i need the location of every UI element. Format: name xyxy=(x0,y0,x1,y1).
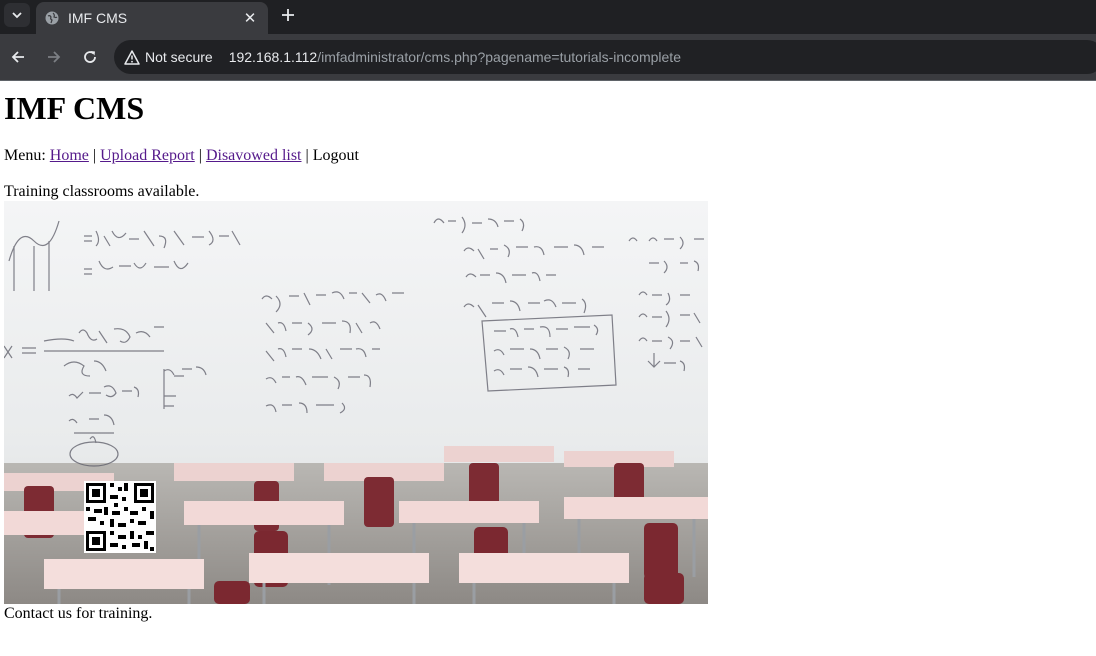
browser-chrome: IMF CMS ✕ Not secure 192.168.1.112/imfad… xyxy=(0,0,1096,81)
menu-prefix: Menu: xyxy=(4,147,46,164)
page-title: IMF CMS xyxy=(4,90,145,126)
intro-text: Training classrooms available. xyxy=(4,183,200,200)
forward-button[interactable] xyxy=(42,45,66,69)
menu-bar: Menu: Home | Upload Report | Disavowed l… xyxy=(4,147,359,165)
classroom-image xyxy=(4,201,708,604)
address-bar[interactable]: Not secure 192.168.1.112/imfadministrato… xyxy=(114,40,1096,74)
tab-title: IMF CMS xyxy=(68,10,128,26)
qr-code-icon xyxy=(84,481,156,553)
back-button[interactable] xyxy=(6,45,30,69)
back-arrow-icon xyxy=(11,51,24,63)
security-label: Not secure xyxy=(145,49,213,65)
menu-separator: | xyxy=(305,147,309,164)
reload-icon xyxy=(84,51,96,63)
classroom-photo xyxy=(4,201,708,604)
menu-logout-text: Logout xyxy=(312,147,359,164)
menu-link-disavowed-list[interactable]: Disavowed list xyxy=(206,147,302,164)
tab-search-button[interactable] xyxy=(4,3,30,27)
menu-separator: | xyxy=(92,147,97,164)
menu-link-upload-report[interactable]: Upload Report xyxy=(100,147,195,164)
chevron-down-icon xyxy=(12,12,22,19)
url-path: /imfadministrator/cms.php?pagename=tutor… xyxy=(317,49,681,65)
menu-separator: | xyxy=(198,147,202,164)
url-host: 192.168.1.112 xyxy=(228,49,318,65)
divider xyxy=(0,80,1096,81)
warning-icon xyxy=(124,49,140,65)
security-indicator[interactable]: Not secure xyxy=(124,44,213,70)
forward-arrow-icon xyxy=(48,51,61,63)
outro-text: Contact us for training. xyxy=(4,605,153,622)
menu-link-home[interactable]: Home xyxy=(50,147,89,164)
new-tab-button[interactable] xyxy=(276,4,300,26)
globe-favicon-icon xyxy=(45,11,59,25)
browser-tab[interactable]: IMF CMS ✕ xyxy=(36,2,268,34)
plus-icon xyxy=(282,9,294,21)
reload-button[interactable] xyxy=(78,45,102,69)
close-icon[interactable]: ✕ xyxy=(240,8,260,28)
url-text[interactable]: 192.168.1.112/imfadministrator/cms.php?p… xyxy=(229,49,681,65)
toolbar: Not secure 192.168.1.112/imfadministrato… xyxy=(0,34,1096,80)
tab-strip: IMF CMS ✕ xyxy=(0,0,1096,34)
